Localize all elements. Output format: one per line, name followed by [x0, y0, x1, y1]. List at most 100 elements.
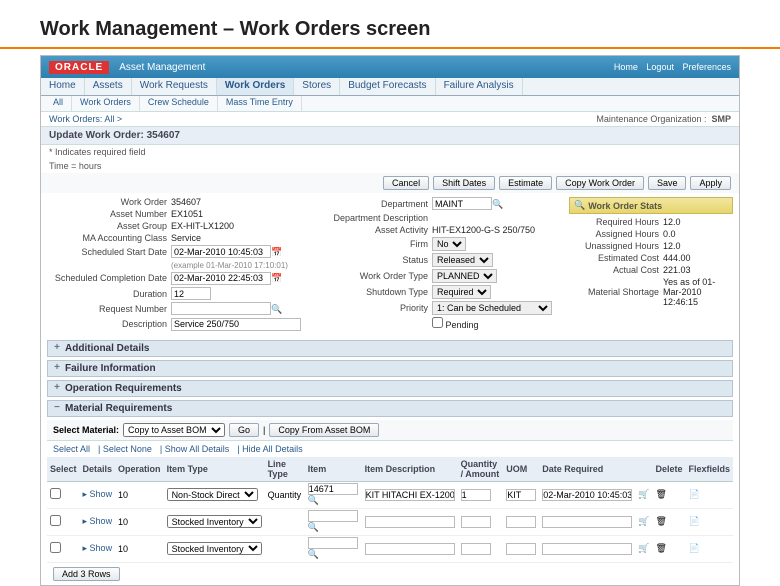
status-select[interactable]: Released	[432, 253, 493, 267]
material-table: Select Details Operation Item Type Line …	[47, 457, 733, 563]
estimate-button[interactable]: Estimate	[499, 176, 552, 190]
row-select-checkbox[interactable]	[50, 515, 61, 526]
row-select-checkbox[interactable]	[50, 542, 61, 553]
label-wo-type: Work Order Type	[308, 271, 428, 281]
breadcrumb[interactable]: Work Orders: All >	[49, 114, 122, 124]
sched-start-input[interactable]	[171, 245, 271, 258]
calendar-icon[interactable]: 📅	[271, 247, 283, 259]
cart-icon[interactable]: 🛒	[638, 516, 649, 526]
pending-checkbox[interactable]	[432, 317, 443, 328]
copy-work-order-button[interactable]: Copy Work Order	[556, 176, 644, 190]
col-date-required: Date Required	[539, 457, 635, 482]
row-date-input[interactable]	[542, 489, 632, 501]
link-home[interactable]: Home	[614, 62, 638, 72]
shutdown-select[interactable]: Required	[432, 285, 491, 299]
link-logout[interactable]: Logout	[646, 62, 674, 72]
slide-title: Work Management – Work Orders screen	[0, 0, 780, 49]
value-asg-hours: 0.0	[663, 229, 676, 239]
tab-assets[interactable]: Assets	[85, 78, 132, 95]
row-item-input[interactable]	[308, 510, 358, 522]
row-details-link[interactable]: ▸ Show	[83, 516, 113, 526]
search-icon[interactable]: 🔍	[271, 304, 283, 316]
search-icon[interactable]: 🔍	[308, 495, 320, 507]
save-button[interactable]: Save	[648, 176, 687, 190]
row-date-input[interactable]	[542, 543, 632, 555]
row-item-type-select[interactable]: Non-Stock Direct	[167, 488, 258, 501]
copy-to-select[interactable]: Copy to Asset BOM	[123, 423, 225, 437]
req-number-input[interactable]	[171, 302, 271, 315]
wo-type-select[interactable]: PLANNED	[432, 269, 497, 283]
col-delete: Delete	[652, 457, 685, 482]
delete-icon[interactable]: 🗑	[655, 489, 666, 499]
row-line-type: Quantity	[265, 481, 305, 508]
subtab-mass-time-entry[interactable]: Mass Time Entry	[218, 96, 302, 111]
row-item-type-select[interactable]: Stocked Inventory	[167, 515, 262, 528]
firm-select[interactable]: No	[432, 237, 466, 251]
tab-work-orders[interactable]: Work Orders	[217, 78, 294, 95]
subtab-crew-schedule[interactable]: Crew Schedule	[140, 96, 218, 111]
tab-stores[interactable]: Stores	[294, 78, 340, 95]
row-uom-input[interactable]	[506, 543, 536, 555]
priority-select[interactable]: 1: Can be Scheduled	[432, 301, 552, 315]
search-icon[interactable]: 🔍	[308, 522, 320, 534]
department-input[interactable]	[432, 197, 492, 210]
stats-header: 🔍Work Order Stats	[569, 197, 733, 214]
add-rows-button[interactable]: Add 3 Rows	[53, 567, 120, 581]
tab-home[interactable]: Home	[41, 78, 85, 95]
apply-button[interactable]: Apply	[690, 176, 731, 190]
flexfields-icon[interactable]: 📄	[688, 489, 699, 499]
copy-from-asset-bom-button[interactable]: Copy From Asset BOM	[269, 423, 379, 437]
section-material-requirements[interactable]: −Material Requirements	[47, 400, 733, 417]
row-select-checkbox[interactable]	[50, 488, 61, 499]
section-additional-details[interactable]: +Additional Details	[47, 340, 733, 357]
label-unasg-hours: Unassigned Hours	[569, 241, 659, 251]
row-qty-input[interactable]	[461, 516, 491, 528]
section-operation-requirements[interactable]: +Operation Requirements	[47, 380, 733, 397]
cart-icon[interactable]: 🛒	[638, 543, 649, 553]
link-select-none[interactable]: Select None	[103, 444, 152, 454]
tab-budget-forecasts[interactable]: Budget Forecasts	[340, 78, 435, 95]
row-desc-input[interactable]	[365, 543, 455, 555]
page-title: Update Work Order: 354607	[41, 126, 739, 145]
cancel-button[interactable]: Cancel	[383, 176, 429, 190]
search-icon[interactable]: 🔍	[574, 200, 585, 211]
col-item-desc: Item Description	[362, 457, 458, 482]
subtab-work-orders[interactable]: Work Orders	[72, 96, 140, 111]
link-select-all[interactable]: Select All	[53, 444, 90, 454]
flexfields-icon[interactable]: 📄	[688, 543, 699, 553]
shift-dates-button[interactable]: Shift Dates	[433, 176, 495, 190]
row-details-link[interactable]: ▸ Show	[83, 543, 113, 553]
delete-icon[interactable]: 🗑	[655, 516, 666, 526]
row-item-input[interactable]	[308, 537, 358, 549]
description-input[interactable]	[171, 318, 301, 331]
delete-icon[interactable]: 🗑	[655, 543, 666, 553]
flexfields-icon[interactable]: 📄	[688, 516, 699, 526]
row-item-input[interactable]	[308, 483, 358, 495]
search-icon[interactable]: 🔍	[492, 199, 504, 211]
tab-work-requests[interactable]: Work Requests	[132, 78, 217, 95]
row-qty-input[interactable]	[461, 489, 491, 501]
row-uom-input[interactable]	[506, 516, 536, 528]
link-hide-all-details[interactable]: Hide All Details	[242, 444, 303, 454]
row-details-link[interactable]: ▸ Show	[83, 489, 113, 499]
row-date-input[interactable]	[542, 516, 632, 528]
row-desc-input[interactable]	[365, 516, 455, 528]
row-qty-input[interactable]	[461, 543, 491, 555]
duration-input[interactable]	[171, 287, 211, 300]
row-item-type-select[interactable]: Stocked Inventory	[167, 542, 262, 555]
subtab-all[interactable]: All	[45, 96, 72, 111]
row-uom-input[interactable]	[506, 489, 536, 501]
col-operation: Operation	[115, 457, 164, 482]
label-req-hours: Required Hours	[569, 217, 659, 227]
tab-failure-analysis[interactable]: Failure Analysis	[436, 78, 523, 95]
link-show-all-details[interactable]: Show All Details	[165, 444, 230, 454]
link-preferences[interactable]: Preferences	[682, 62, 731, 72]
go-button[interactable]: Go	[229, 423, 259, 437]
search-icon[interactable]: 🔍	[308, 549, 320, 561]
row-desc-input[interactable]	[365, 489, 455, 501]
table-row: ▸ Show10Non-Stock DirectQuantity🔍🛒🗑📄	[47, 481, 733, 508]
calendar-icon[interactable]: 📅	[271, 273, 283, 285]
section-failure-information[interactable]: +Failure Information	[47, 360, 733, 377]
sched-end-input[interactable]	[171, 272, 271, 285]
cart-icon[interactable]: 🛒	[638, 489, 649, 499]
